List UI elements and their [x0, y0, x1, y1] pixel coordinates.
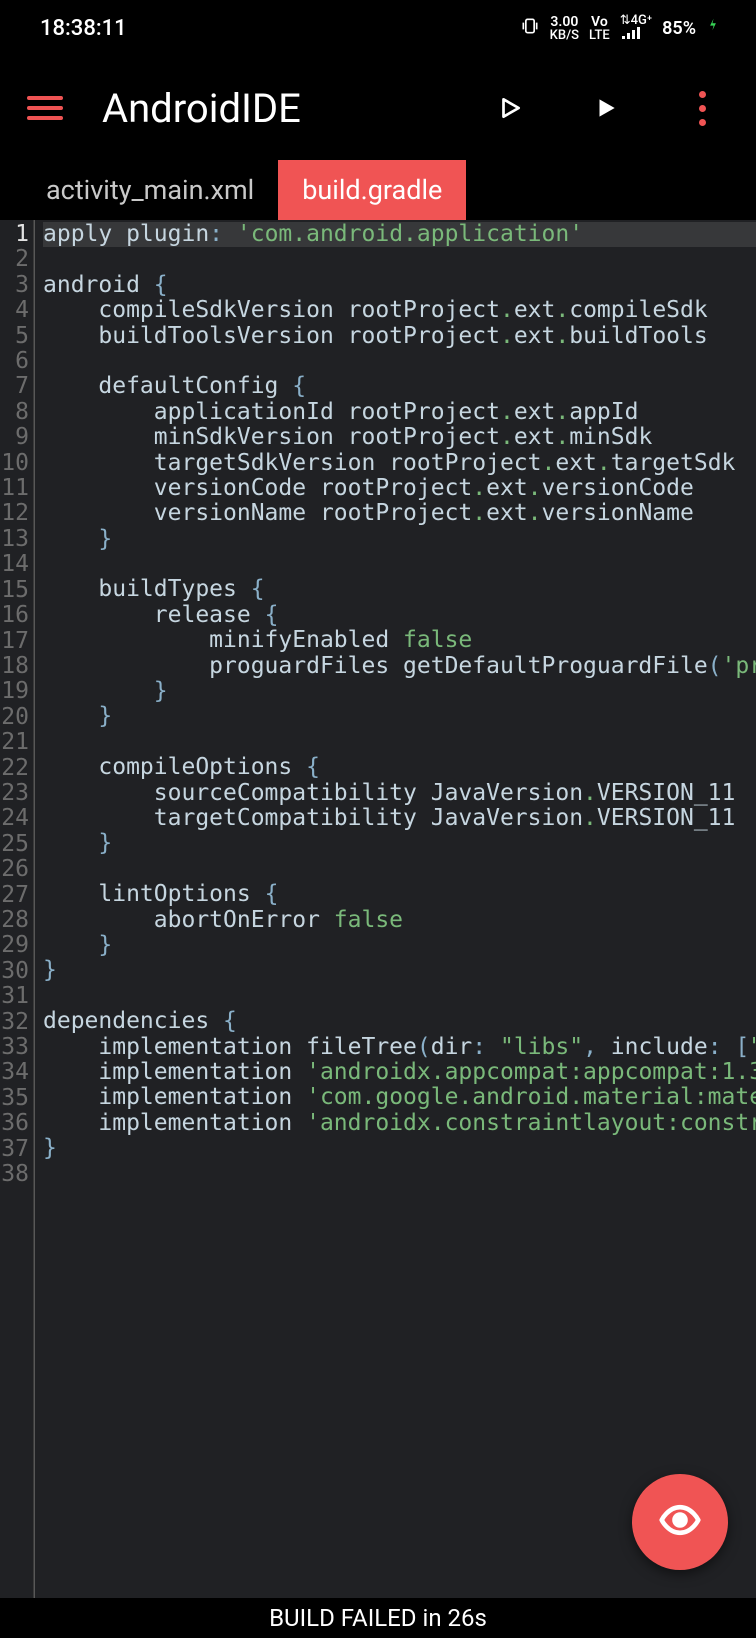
code-line[interactable]	[43, 857, 756, 882]
code-line[interactable]: minifyEnabled false	[43, 628, 756, 653]
code-line[interactable]: }	[43, 933, 756, 958]
volte-indicator: Vo LTE	[589, 15, 610, 42]
code-line[interactable]: }	[43, 679, 756, 704]
status-right: 3.00 KB/S Vo LTE ⇅4G⁺ 85%	[520, 14, 720, 43]
status-bar: 18:38:11 3.00 KB/S Vo LTE ⇅4G⁺ 85%	[0, 0, 756, 56]
net-speed: 3.00 KB/S	[550, 15, 579, 42]
code-line[interactable]: dependencies {	[43, 1009, 756, 1034]
code-line[interactable]: implementation 'androidx.appcompat:appco…	[43, 1060, 756, 1085]
code-line[interactable]: implementation 'com.google.android.mater…	[43, 1085, 756, 1110]
signal-4g: ⇅4G⁺	[620, 14, 652, 43]
code-line[interactable]: versionName rootProject.ext.versionName	[43, 501, 756, 526]
charging-icon	[706, 14, 720, 42]
code-line[interactable]: }	[43, 527, 756, 552]
build-status-bar[interactable]: BUILD FAILED in 26s	[0, 1598, 756, 1638]
editor-area: 1234567891011121314151617181920212223242…	[0, 220, 756, 1598]
code-line[interactable]	[43, 1161, 756, 1186]
code-content[interactable]: apply plugin: 'com.android.application' …	[34, 220, 756, 1598]
code-line[interactable]: targetSdkVersion rootProject.ext.targetS…	[43, 451, 756, 476]
code-line[interactable]	[43, 984, 756, 1009]
play-button[interactable]	[576, 78, 636, 138]
menu-button[interactable]	[24, 87, 66, 129]
code-line[interactable]	[43, 730, 756, 755]
code-line[interactable]	[43, 349, 756, 374]
status-time: 18:38:11	[40, 16, 127, 41]
code-line[interactable]: proguardFiles getDefaultProguardFile('pr…	[43, 654, 756, 679]
code-line[interactable]: }	[43, 831, 756, 856]
fab-preview-button[interactable]	[632, 1474, 728, 1570]
app-title: AndroidIDE	[102, 85, 301, 132]
file-tabs: activity_main.xml build.gradle	[0, 160, 756, 220]
code-line[interactable]: compileSdkVersion rootProject.ext.compil…	[43, 298, 756, 323]
code-line[interactable]: abortOnError false	[43, 908, 756, 933]
code-line[interactable]: }	[43, 704, 756, 729]
code-editor[interactable]: 1234567891011121314151617181920212223242…	[0, 220, 756, 1598]
code-line[interactable]: release {	[43, 603, 756, 628]
code-line[interactable]: buildToolsVersion rootProject.ext.buildT…	[43, 324, 756, 349]
battery-text: 85%	[662, 18, 696, 39]
code-line[interactable]: apply plugin: 'com.android.application'	[43, 222, 756, 247]
code-line[interactable]: implementation fileTree(dir: "libs", inc…	[43, 1035, 756, 1060]
code-line[interactable]: compileOptions {	[43, 755, 756, 780]
app-bar: AndroidIDE	[0, 56, 756, 160]
code-line[interactable]	[43, 552, 756, 577]
code-line[interactable]: minSdkVersion rootProject.ext.minSdk	[43, 425, 756, 450]
tab-activity-main[interactable]: activity_main.xml	[22, 160, 278, 220]
vibrate-icon	[520, 16, 540, 41]
code-line[interactable]: implementation 'androidx.constraintlayou…	[43, 1111, 756, 1136]
run-button[interactable]	[480, 78, 540, 138]
tab-build-gradle[interactable]: build.gradle	[278, 160, 466, 220]
eye-icon	[658, 1498, 702, 1546]
code-line[interactable]: sourceCompatibility JavaVersion.VERSION_…	[43, 781, 756, 806]
code-line[interactable]: targetCompatibility JavaVersion.VERSION_…	[43, 806, 756, 831]
code-line[interactable]: }	[43, 958, 756, 983]
code-line[interactable]: versionCode rootProject.ext.versionCode	[43, 476, 756, 501]
code-line[interactable]: android {	[43, 273, 756, 298]
code-line[interactable]: }	[43, 1136, 756, 1161]
line-gutter: 1234567891011121314151617181920212223242…	[0, 220, 34, 1598]
dots-vertical-icon	[699, 91, 706, 126]
overflow-menu-button[interactable]	[672, 78, 732, 138]
code-line[interactable]	[43, 247, 756, 272]
code-line[interactable]: buildTypes {	[43, 577, 756, 602]
code-line[interactable]: lintOptions {	[43, 882, 756, 907]
code-line[interactable]: applicationId rootProject.ext.appId	[43, 400, 756, 425]
code-line[interactable]: defaultConfig {	[43, 374, 756, 399]
